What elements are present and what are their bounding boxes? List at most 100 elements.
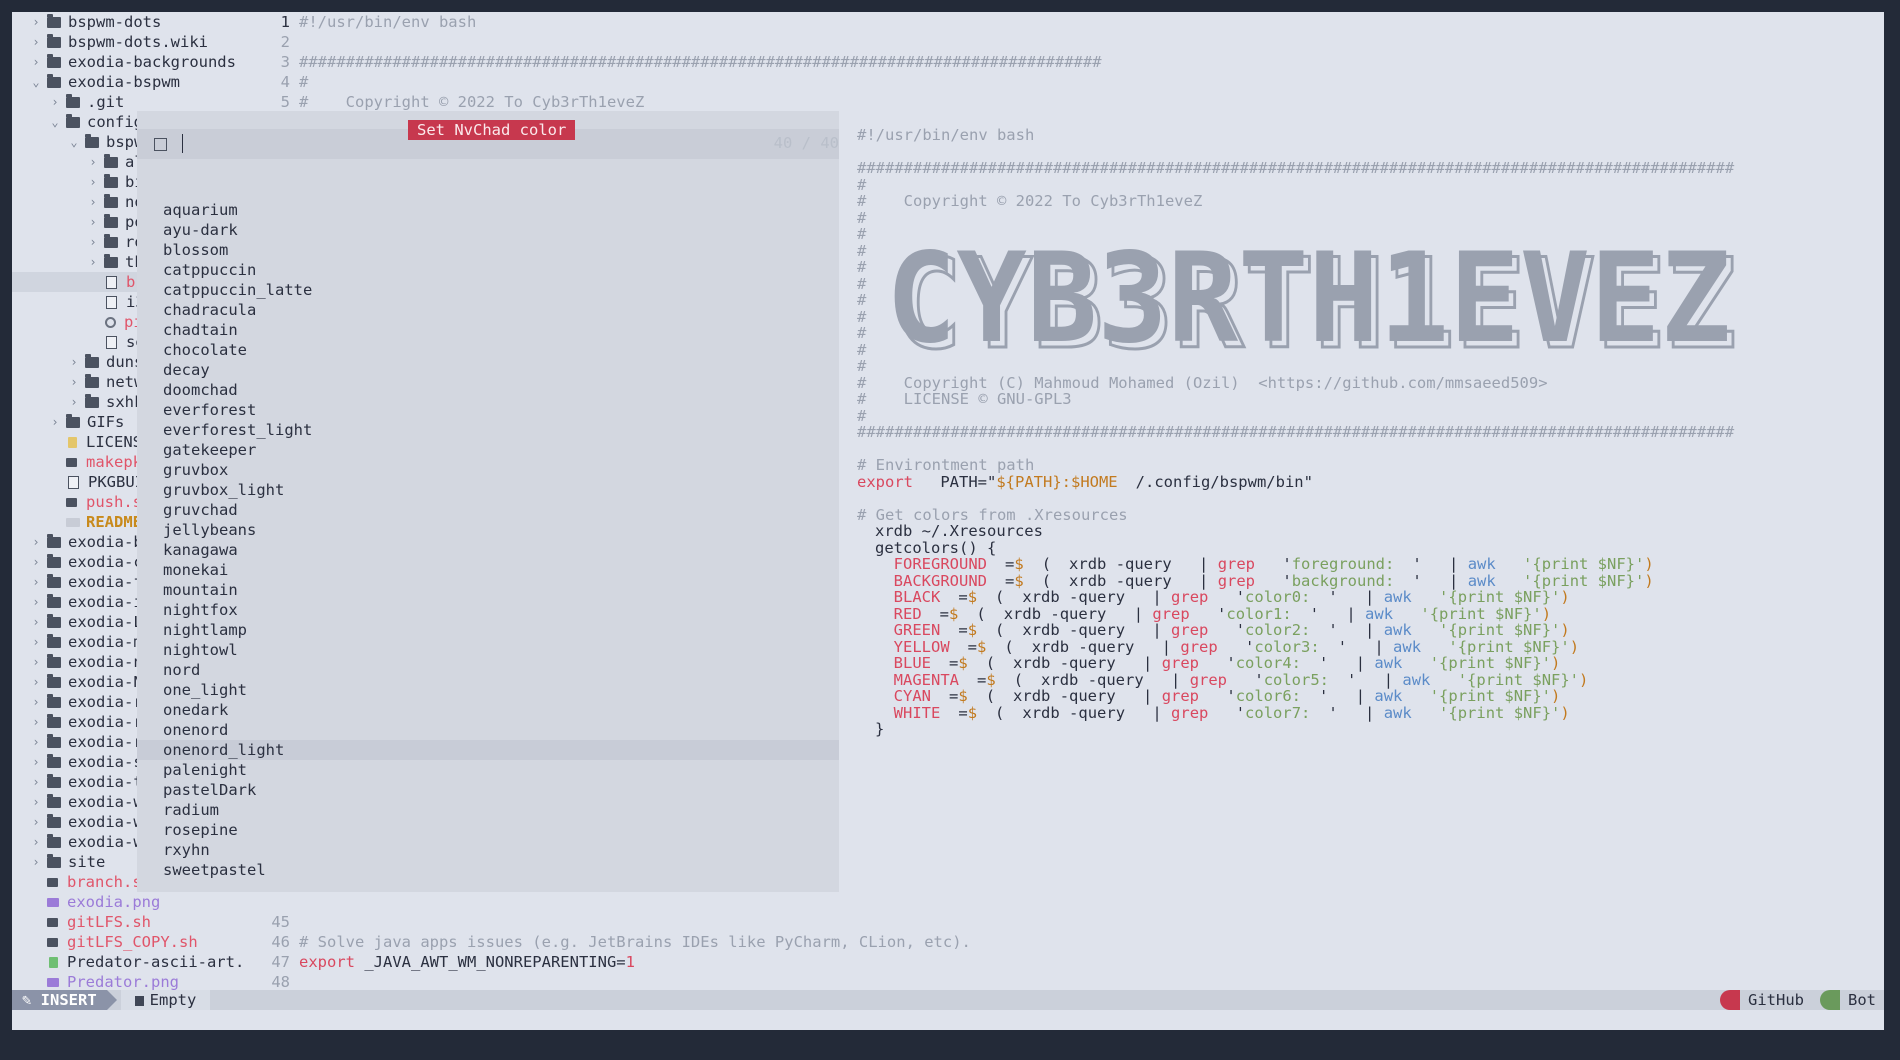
theme-list[interactable]: aquarium ayu-dark blossom catppuccin catppuc… [137,200,839,880]
folder-icon [47,813,61,828]
tree-item-label: exodia-i [68,593,143,611]
editor-line: 48 [245,972,1884,992]
line-number: 46 [271,933,290,951]
theme-option[interactable]: everforest [137,400,839,420]
tree-item-label: exodia-f [68,573,143,591]
theme-option[interactable]: mountain [137,580,839,600]
folder-icon [47,853,61,868]
result-count: 40 / 40 [773,134,839,152]
command-line[interactable] [12,1010,1884,1030]
file-icon [47,937,58,947]
status-right: GitHub Bot [1712,990,1884,1010]
tree-item[interactable]: › .git [12,92,245,112]
theme-option[interactable]: aquarium [137,200,839,220]
folder-icon [66,113,80,128]
file-icon [49,956,58,968]
tree-item[interactable]: Predator.png [12,972,245,990]
editor-line: 1 #!/usr/bin/env bash [245,12,1884,32]
theme-option[interactable]: kanagawa [137,540,839,560]
chevron-icon: › [32,675,40,689]
theme-option[interactable]: radium [137,800,839,820]
theme-option[interactable]: catppuccin_latte [137,280,839,300]
theme-option[interactable]: rxyhn [137,840,839,860]
theme-option[interactable]: ayu-dark [137,220,839,240]
theme-option[interactable]: gruvbox_light [137,480,839,500]
line-number: 45 [271,913,290,931]
preview-line: #!/usr/bin/env bash [839,125,1034,145]
theme-option[interactable]: nord [137,660,839,680]
folder-icon [47,753,61,768]
tree-item[interactable]: › exodia-backgrounds [12,52,245,72]
chevron-icon: › [32,795,40,809]
theme-option[interactable]: palenight [137,760,839,780]
theme-option[interactable]: rosepine [137,820,839,840]
token: color7: [1245,703,1311,722]
theme-option[interactable]: gruvchad [137,500,839,520]
tree-item-label: LICENS [86,433,142,451]
theme-option[interactable]: gruvbox [137,460,839,480]
folder-icon [47,793,61,808]
line-text: # Solve java apps issues (e.g. JetBrains… [299,933,971,951]
tree-item[interactable]: exodia.png [12,892,245,912]
theme-option[interactable]: jellybeans [137,520,839,540]
theme-option[interactable]: decay [137,360,839,380]
theme-option[interactable]: catppuccin [137,260,839,280]
position-icon [1820,990,1840,1010]
theme-option[interactable]: monekai [137,560,839,580]
theme-option[interactable]: chadracula [137,300,839,320]
theme-option[interactable]: onedark [137,700,839,720]
tree-item-label: push.s [86,493,142,511]
editor-top-lines: 1 #!/usr/bin/env bash 2 3 ##################… [245,12,1884,112]
ascii-banner: CYB3RTH1EVEZ CYB3RTH1EVEZ [886,247,1739,359]
chevron-icon: › [51,95,59,109]
chevron-icon: › [32,575,40,589]
theme-option[interactable]: onenord_light [137,740,839,760]
tree-item-label: bspwm-dots [68,13,162,31]
file-icon [66,497,77,507]
tree-item[interactable]: › bspwm-dots.wiki [12,32,245,52]
chevron-icon: › [32,655,40,669]
tree-item-label: exodia-m [68,633,143,651]
theme-option[interactable]: onenord [137,720,839,740]
keyword: export [299,953,355,971]
folder-icon [47,693,61,708]
theme-option[interactable]: gatekeeper [137,440,839,460]
theme-option[interactable]: chadtain [137,320,839,340]
tree-item[interactable]: ⌄ exodia-bspwm [12,72,245,92]
tree-item-label: exodia-w [68,813,143,831]
editor-line: 45 [245,912,1884,932]
line-number: 4 [280,73,290,91]
theme-option[interactable]: nightfox [137,600,839,620]
folder-icon [47,53,61,68]
folder-icon [47,33,61,48]
tree-item-label: exodia-r [68,693,143,711]
file-icon [66,457,77,467]
folder-icon [85,393,99,408]
tree-item[interactable]: › bspwm-dots [12,12,245,32]
telescope-prompt[interactable]: Set NvChad color 40 / 40 [137,120,839,159]
tree-item-label: exodia-r [68,713,143,731]
token: grep [1171,703,1209,722]
theme-option[interactable]: sweetpastel [137,860,839,880]
theme-option[interactable]: one_light [137,680,839,700]
tree-item-label: gitLFS_COPY.sh [67,933,198,951]
chevron-icon: › [89,155,97,169]
theme-option[interactable]: nightowl [137,640,839,660]
theme-option[interactable]: blossom [137,240,839,260]
telescope-picker[interactable]: Set NvChad color 40 / 40 aquarium ayu-dar… [137,111,1760,892]
theme-option[interactable]: chocolate [137,340,839,360]
tree-item[interactable]: gitLFS_COPY.sh [12,932,245,952]
preview-text: ########################################… [839,159,1734,177]
tree-item-label: exodia.png [67,893,161,911]
theme-option[interactable]: nightlamp [137,620,839,640]
token: ) [1560,703,1570,722]
tree-item[interactable]: gitLFS.sh [12,912,245,932]
tree-item[interactable]: Predator-ascii-art. [12,952,245,972]
token: # Copyright © 2022 To Cyb3rTh1eveZ [857,192,1203,210]
tree-item-label: exodia-w [68,793,143,811]
preview-line: ########################################… [839,422,1734,442]
folder-icon [47,773,61,788]
theme-option[interactable]: everforest_light [137,420,839,440]
theme-option[interactable]: doomchad [137,380,839,400]
theme-option[interactable]: pastelDark [137,780,839,800]
